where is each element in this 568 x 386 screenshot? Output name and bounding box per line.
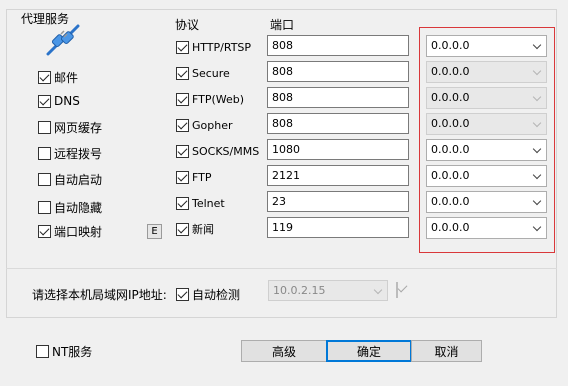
web-cache-checkbox[interactable]: 网页缓存 bbox=[38, 118, 102, 136]
port-mapping-checkbox-box bbox=[38, 224, 51, 238]
nt-service-checkbox[interactable]: NT服务 bbox=[36, 342, 92, 360]
dns-label: DNS bbox=[54, 94, 80, 108]
mail-label: 邮件 bbox=[54, 70, 79, 85]
service-checkbox[interactable]: FTP bbox=[176, 168, 212, 186]
dns-checkbox-box bbox=[38, 94, 51, 108]
port-value: 2121 bbox=[272, 169, 300, 182]
mail-checkbox-box bbox=[38, 70, 51, 84]
port-input[interactable]: 808 bbox=[267, 61, 409, 82]
service-checkbox-box bbox=[176, 144, 189, 158]
web-cache-label: 网页缓存 bbox=[54, 120, 103, 135]
service-checkbox-box bbox=[176, 222, 189, 236]
port-value: 119 bbox=[272, 221, 293, 234]
port-input[interactable]: 119 bbox=[267, 217, 409, 238]
auto-detect-label: 自动检测 bbox=[192, 287, 241, 302]
auto-hide-label: 自动隐藏 bbox=[54, 200, 103, 215]
port-mapping-checkbox[interactable]: 端口映射 bbox=[38, 222, 102, 240]
protocol-header: 协议 bbox=[175, 18, 200, 32]
service-checkbox-box bbox=[176, 196, 189, 210]
service-checkbox-box bbox=[176, 66, 189, 80]
remote-dial-checkbox-box bbox=[38, 146, 51, 160]
service-protocol-label: HTTP/RTSP bbox=[192, 40, 252, 54]
auto-hide-checkbox-box bbox=[38, 200, 51, 214]
mail-checkbox[interactable]: 邮件 bbox=[38, 68, 78, 86]
advanced-button[interactable]: 高级 bbox=[241, 340, 327, 362]
service-protocol-label: Gopher bbox=[192, 118, 233, 132]
port-value: 808 bbox=[272, 117, 293, 130]
service-checkbox-box bbox=[176, 92, 189, 106]
ok-button[interactable]: 确定 bbox=[326, 340, 412, 362]
service-checkbox-box bbox=[176, 40, 189, 54]
separator bbox=[6, 268, 557, 269]
service-protocol-label: Telnet bbox=[192, 196, 225, 210]
lan-ip-label: 请选择本机局域网IP地址: bbox=[32, 288, 167, 302]
port-input[interactable]: 808 bbox=[267, 113, 409, 134]
port-input[interactable]: 23 bbox=[267, 191, 409, 212]
port-header: 端口 bbox=[270, 18, 295, 32]
service-checkbox[interactable]: Gopher bbox=[176, 116, 233, 134]
service-protocol-label: Secure bbox=[192, 66, 230, 80]
port-input[interactable]: 1080 bbox=[267, 139, 409, 160]
port-mapping-edit-label: E bbox=[151, 226, 158, 237]
port-value: 808 bbox=[272, 39, 293, 52]
auto-detect-checkbox-box bbox=[176, 287, 189, 301]
nt-service-checkbox-box bbox=[36, 344, 49, 358]
service-checkbox[interactable]: Telnet bbox=[176, 194, 225, 212]
remote-dial-checkbox[interactable]: 远程拨号 bbox=[38, 144, 102, 162]
auto-hide-checkbox[interactable]: 自动隐藏 bbox=[38, 198, 102, 216]
advanced-button-label: 高级 bbox=[271, 344, 296, 359]
lan-ip-confirm-checkbox[interactable] bbox=[396, 282, 398, 298]
port-input[interactable]: 2121 bbox=[267, 165, 409, 186]
auto-start-label: 自动启动 bbox=[54, 172, 103, 187]
service-protocol-label: 新闻 bbox=[192, 223, 214, 236]
service-checkbox-box bbox=[176, 170, 189, 184]
dns-checkbox[interactable]: DNS bbox=[38, 92, 80, 110]
auto-start-checkbox-box bbox=[38, 172, 51, 186]
port-value: 23 bbox=[272, 195, 286, 208]
port-value: 808 bbox=[272, 91, 293, 104]
lan-ip-select[interactable]: 10.0.2.15 bbox=[268, 280, 388, 301]
cancel-button-label: 取消 bbox=[434, 344, 459, 359]
service-checkbox-box bbox=[176, 118, 189, 132]
port-mapping-edit-button[interactable]: E bbox=[147, 224, 162, 239]
port-input[interactable]: 808 bbox=[267, 87, 409, 108]
service-checkbox[interactable]: 新闻 bbox=[176, 220, 214, 238]
service-checkbox[interactable]: SOCKS/MMS bbox=[176, 142, 259, 160]
auto-detect-checkbox[interactable]: 自动检测 bbox=[176, 285, 240, 303]
service-protocol-label: FTP(Web) bbox=[192, 92, 245, 106]
service-checkbox[interactable]: Secure bbox=[176, 64, 230, 82]
chevron-down-icon bbox=[373, 285, 383, 295]
port-input[interactable]: 808 bbox=[267, 35, 409, 56]
service-protocol-label: SOCKS/MMS bbox=[192, 144, 260, 158]
cancel-button[interactable]: 取消 bbox=[411, 340, 482, 362]
nt-service-label: NT服务 bbox=[52, 344, 93, 359]
lan-ip-value: 10.0.2.15 bbox=[273, 284, 326, 297]
port-value: 1080 bbox=[272, 143, 300, 156]
ip-column-highlight bbox=[419, 27, 555, 253]
remote-dial-label: 远程拨号 bbox=[54, 146, 103, 161]
port-value: 808 bbox=[272, 65, 293, 78]
port-mapping-label: 端口映射 bbox=[54, 224, 103, 239]
web-cache-checkbox-box bbox=[38, 120, 51, 134]
auto-start-checkbox[interactable]: 自动启动 bbox=[38, 170, 102, 188]
network-plug-icon bbox=[46, 24, 80, 56]
service-checkbox[interactable]: FTP(Web) bbox=[176, 90, 244, 108]
ok-button-label: 确定 bbox=[356, 344, 381, 359]
service-protocol-label: FTP bbox=[192, 170, 212, 184]
service-checkbox[interactable]: HTTP/RTSP bbox=[176, 38, 251, 56]
